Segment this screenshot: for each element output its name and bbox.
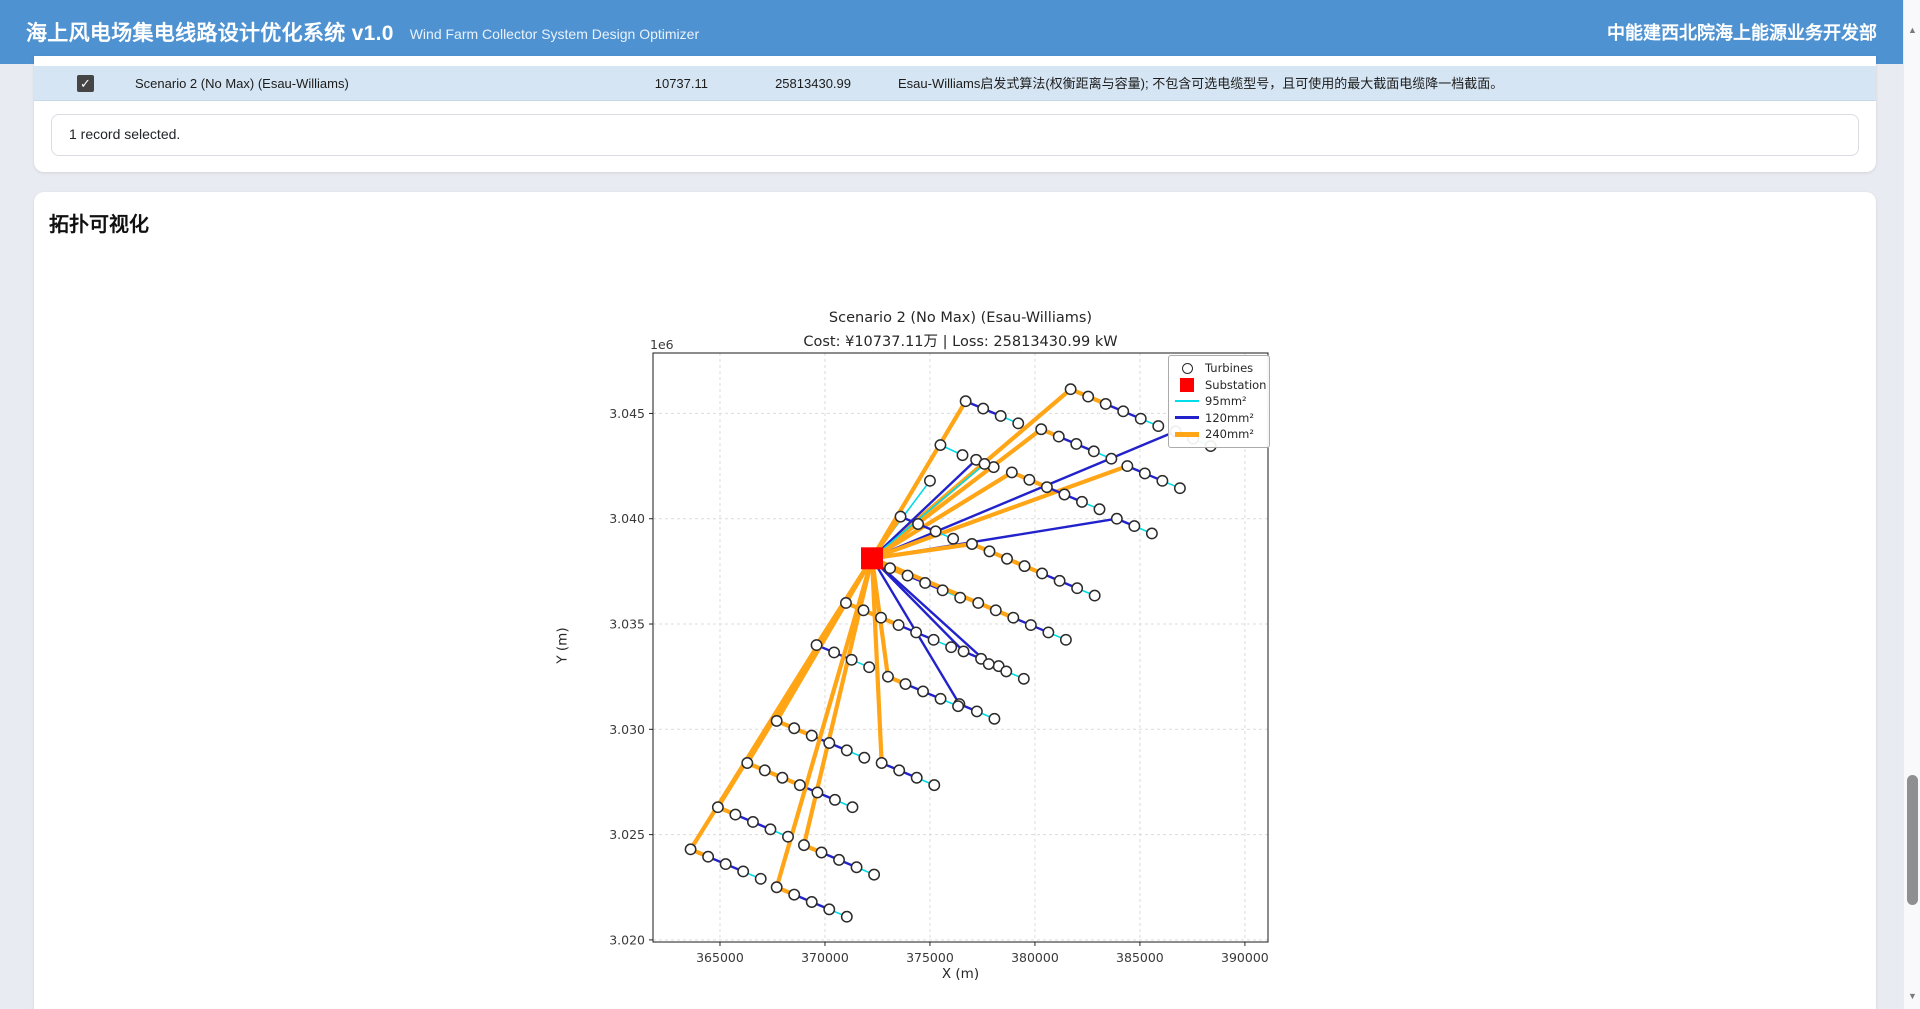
svg-text:3.030: 3.030 xyxy=(609,722,645,737)
svg-text:3.045: 3.045 xyxy=(609,406,645,421)
row-checkbox[interactable]: ✓ xyxy=(77,75,94,92)
cable-line-icon xyxy=(1174,432,1200,437)
selection-footer: 1 record selected. xyxy=(51,114,1859,156)
cable-line-icon xyxy=(1174,416,1200,419)
legend-label: 240mm² xyxy=(1205,427,1254,441)
topology-figure: Scenario 2 (No Max) (Esau-Williams) Cost… xyxy=(540,300,1296,1000)
cell-scenario-name: Scenario 2 (No Max) (Esau-Williams) xyxy=(135,66,349,101)
svg-text:390000: 390000 xyxy=(1221,950,1269,965)
page: 海上风电场集电线路设计优化系统 v1.0 Wind Farm Collector… xyxy=(0,0,1920,1009)
substation-marker-icon xyxy=(1174,378,1200,392)
app-org-label: 中能建西北院海上能源业务开发部 xyxy=(1607,19,1877,45)
chart-legend: Turbines Substation 95mm² 120mm² 240mm² xyxy=(1168,355,1270,448)
legend-entry: Turbines xyxy=(1174,360,1263,377)
y-axis-label: Y (m) xyxy=(555,591,572,701)
svg-text:370000: 370000 xyxy=(801,950,849,965)
app-header: 海上风电场集电线路设计优化系统 v1.0 Wind Farm Collector… xyxy=(0,0,1903,64)
legend-entry: Substation xyxy=(1174,377,1263,394)
svg-text:3.040: 3.040 xyxy=(609,511,645,526)
turbine-marker-icon xyxy=(1174,363,1200,374)
svg-text:3.035: 3.035 xyxy=(609,617,645,632)
legend-entry: 240mm² xyxy=(1174,426,1263,443)
vertical-scrollbar[interactable]: ▲ ▼ xyxy=(1903,0,1920,1009)
legend-entry: 95mm² xyxy=(1174,393,1263,410)
svg-text:375000: 375000 xyxy=(906,950,954,965)
table-row[interactable]: ✓ Scenario 2 (No Max) (Esau-Williams) 10… xyxy=(34,66,1876,101)
svg-text:380000: 380000 xyxy=(1011,950,1059,965)
scrollbar-down-arrow-icon[interactable]: ▼ xyxy=(1904,988,1920,1005)
app-subtitle: Wind Farm Collector System Design Optimi… xyxy=(410,26,699,42)
results-card: ✓ Scenario 2 (No Max) (Esau-Williams) 10… xyxy=(34,56,1876,172)
legend-label: 120mm² xyxy=(1205,411,1254,425)
scrollbar-thumb[interactable] xyxy=(1907,775,1918,905)
legend-label: 95mm² xyxy=(1205,394,1247,408)
section-title: 拓扑可视化 xyxy=(49,208,149,237)
selection-count-label: 1 record selected. xyxy=(69,126,1858,142)
legend-label: Turbines xyxy=(1205,361,1253,375)
legend-entry: 120mm² xyxy=(1174,410,1263,427)
x-axis-label: X (m) xyxy=(653,966,1268,982)
scrollbar-up-arrow-icon[interactable]: ▲ xyxy=(1904,22,1920,39)
svg-text:385000: 385000 xyxy=(1116,950,1164,965)
cell-loss: 25813430.99 xyxy=(681,66,851,101)
app-title: 海上风电场集电线路设计优化系统 v1.0 xyxy=(26,17,394,47)
topology-card: 拓扑可视化 Scenario 2 (No Max) (Esau-Williams… xyxy=(34,192,1876,1009)
cell-description: Esau-Williams启发式算法(权衡距离与容量); 不包含可选电缆型号，且… xyxy=(898,66,1503,101)
legend-label: Substation xyxy=(1205,378,1266,392)
svg-text:3.020: 3.020 xyxy=(609,932,645,947)
svg-text:3.025: 3.025 xyxy=(609,827,645,842)
cable-line-icon xyxy=(1174,400,1200,402)
svg-text:365000: 365000 xyxy=(696,950,744,965)
